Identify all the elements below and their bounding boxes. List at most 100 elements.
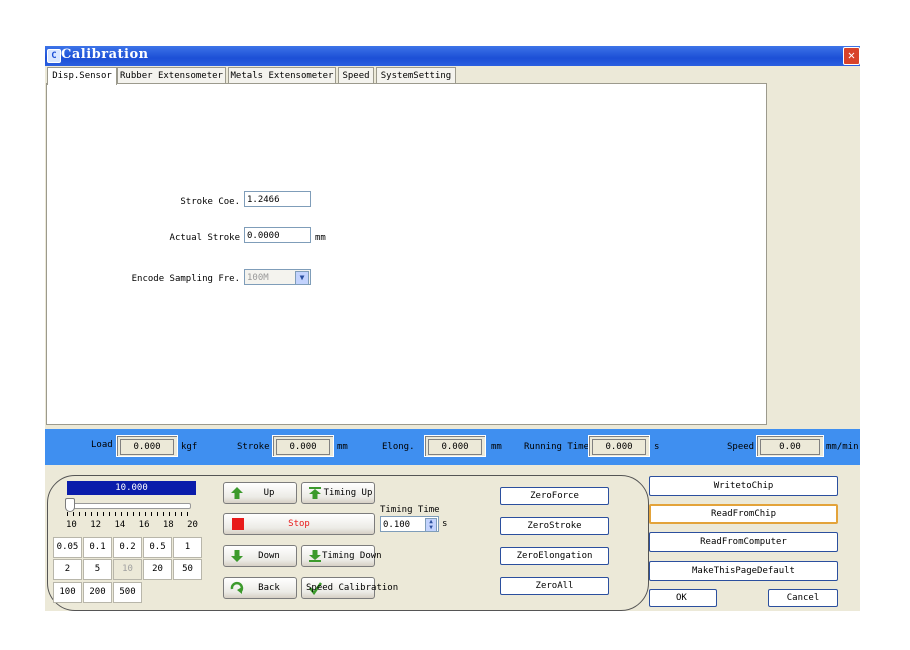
timing-time-unit: s <box>442 519 448 529</box>
tab-system-setting[interactable]: SystemSetting <box>376 67 456 84</box>
back-label: Back <box>258 583 280 593</box>
speed-value: 0.00 <box>760 439 820 455</box>
app-icon: C <box>47 49 61 63</box>
step-button[interactable]: 0.2 <box>113 537 142 558</box>
calibration-window: C Calibration ✕ Disp.Sensor Rubber Exten… <box>45 46 860 611</box>
scale-label: 10 <box>66 520 77 530</box>
timing-down-icon <box>309 550 321 562</box>
running-time-label: Running Time <box>524 442 590 452</box>
slider-scale: 10 12 14 16 18 20 <box>66 520 198 530</box>
step-button[interactable]: 0.5 <box>143 537 172 558</box>
status-bar: Load 0.000 kgf Stroke 0.000 mm Elong. 0.… <box>45 429 860 465</box>
stop-icon <box>232 518 244 530</box>
up-label: Up <box>263 488 275 498</box>
arrow-up-icon <box>231 487 243 499</box>
up-button[interactable]: Up <box>223 482 297 504</box>
title-bar: C Calibration ✕ <box>45 46 860 66</box>
stroke-value: 0.000 <box>276 439 330 455</box>
timing-up-label: Timing Up <box>323 488 373 498</box>
timing-time-label: Timing Time <box>380 505 440 515</box>
elong-label: Elong. <box>382 442 415 452</box>
zero-force-button[interactable]: ZeroForce <box>500 487 609 505</box>
tab-rubber-extensometer[interactable]: Rubber Extensometer <box>117 67 226 84</box>
make-page-default-button[interactable]: MakeThisPageDefault <box>649 561 838 581</box>
step-button[interactable]: 1 <box>173 537 202 558</box>
zero-elongation-button[interactable]: ZeroElongation <box>500 547 609 565</box>
stroke-coe-input[interactable]: 1.2466 <box>244 191 311 207</box>
tab-speed[interactable]: Speed <box>338 67 374 84</box>
elong-value: 0.000 <box>428 439 482 455</box>
close-button[interactable]: ✕ <box>843 47 860 65</box>
step-button[interactable]: 100 <box>53 582 82 603</box>
stroke-readout: 0.000 <box>272 435 334 457</box>
stop-label: Stop <box>288 519 310 529</box>
read-from-computer-button[interactable]: ReadFromComputer <box>649 532 838 552</box>
step-button[interactable]: 500 <box>113 582 142 603</box>
step-button[interactable]: 0.1 <box>83 537 112 558</box>
tab-disp-sensor[interactable]: Disp.Sensor <box>47 67 117 85</box>
scale-label: 12 <box>90 520 102 530</box>
cancel-button[interactable]: Cancel <box>768 589 838 607</box>
timing-down-button[interactable]: Timing Down <box>301 545 382 567</box>
timing-time-value: 0.100 <box>383 520 411 530</box>
elong-unit: mm <box>491 442 502 452</box>
speed-slider-thumb[interactable] <box>65 498 75 512</box>
load-readout: 0.000 <box>116 435 178 457</box>
encode-sampling-label: Encode Sampling Fre. <box>131 274 240 284</box>
read-from-chip-button[interactable]: ReadFromChip <box>649 504 838 524</box>
step-button[interactable]: 2 <box>53 559 82 580</box>
chevron-down-icon[interactable]: ▼ <box>295 271 309 285</box>
step-button[interactable]: 50 <box>173 559 202 580</box>
step-button[interactable]: 200 <box>83 582 112 603</box>
stroke-label: Stroke <box>237 442 270 452</box>
disp-sensor-panel: Stroke Coe. 1.2466 Actual Stroke 0.0000 … <box>46 83 767 425</box>
scale-label: 14 <box>114 520 126 530</box>
timing-up-button[interactable]: Timing Up <box>301 482 375 504</box>
actual-stroke-unit: mm <box>315 233 326 243</box>
arrow-down-icon <box>231 550 243 562</box>
tab-metals-extensometer[interactable]: Metals Extensometer <box>228 67 336 84</box>
actual-stroke-input[interactable]: 0.0000 <box>244 227 311 243</box>
down-button[interactable]: Down <box>223 545 297 567</box>
down-label: Down <box>258 551 280 561</box>
speed-setpoint-display: 10.000 <box>67 481 196 495</box>
back-button[interactable]: Back <box>223 577 297 599</box>
slider-ticks <box>67 512 191 516</box>
load-value: 0.000 <box>120 439 174 455</box>
timing-time-input[interactable]: 0.100 ▲ ▼ <box>380 516 439 532</box>
encode-sampling-value: 100M <box>247 273 269 283</box>
scale-label: 18 <box>162 520 174 530</box>
load-unit: kgf <box>181 442 198 452</box>
speed-readout: 0.00 <box>756 435 824 457</box>
back-arrow-icon <box>230 581 244 594</box>
speed-calibration-button[interactable]: Speed Calibration <box>301 577 398 599</box>
step-button[interactable]: 0.05 <box>53 537 82 558</box>
timing-up-icon <box>309 487 321 499</box>
load-label: Load <box>91 440 113 450</box>
running-time-value: 0.000 <box>592 439 646 455</box>
write-to-chip-button[interactable]: WritetoChip <box>649 476 838 496</box>
encode-sampling-select[interactable]: 100M ▼ <box>244 269 311 285</box>
speed-slider-track[interactable] <box>67 503 191 509</box>
speed-calibration-label: Speed Calibration <box>306 583 399 593</box>
actual-stroke-label: Actual Stroke <box>169 233 240 243</box>
speed-unit: mm/min <box>826 442 859 452</box>
window-title: Calibration <box>61 47 149 62</box>
ok-button[interactable]: OK <box>649 589 717 607</box>
step-button[interactable]: 20 <box>143 559 172 580</box>
stroke-unit: mm <box>337 442 348 452</box>
step-button[interactable]: 5 <box>83 559 112 580</box>
timing-down-label: Timing Down <box>322 551 382 561</box>
running-time-unit: s <box>654 442 660 452</box>
scale-label: 16 <box>138 520 150 530</box>
spinner-icon[interactable]: ▲ ▼ <box>425 518 437 532</box>
stroke-coe-label: Stroke Coe. <box>180 197 240 207</box>
stop-button[interactable]: Stop <box>223 513 375 535</box>
running-time-readout: 0.000 <box>588 435 650 457</box>
elong-readout: 0.000 <box>424 435 486 457</box>
scale-label: 20 <box>187 520 198 530</box>
zero-stroke-button[interactable]: ZeroStroke <box>500 517 609 535</box>
step-button-selected[interactable]: 10 <box>113 559 142 580</box>
zero-all-button[interactable]: ZeroAll <box>500 577 609 595</box>
speed-label: Speed <box>727 442 755 452</box>
